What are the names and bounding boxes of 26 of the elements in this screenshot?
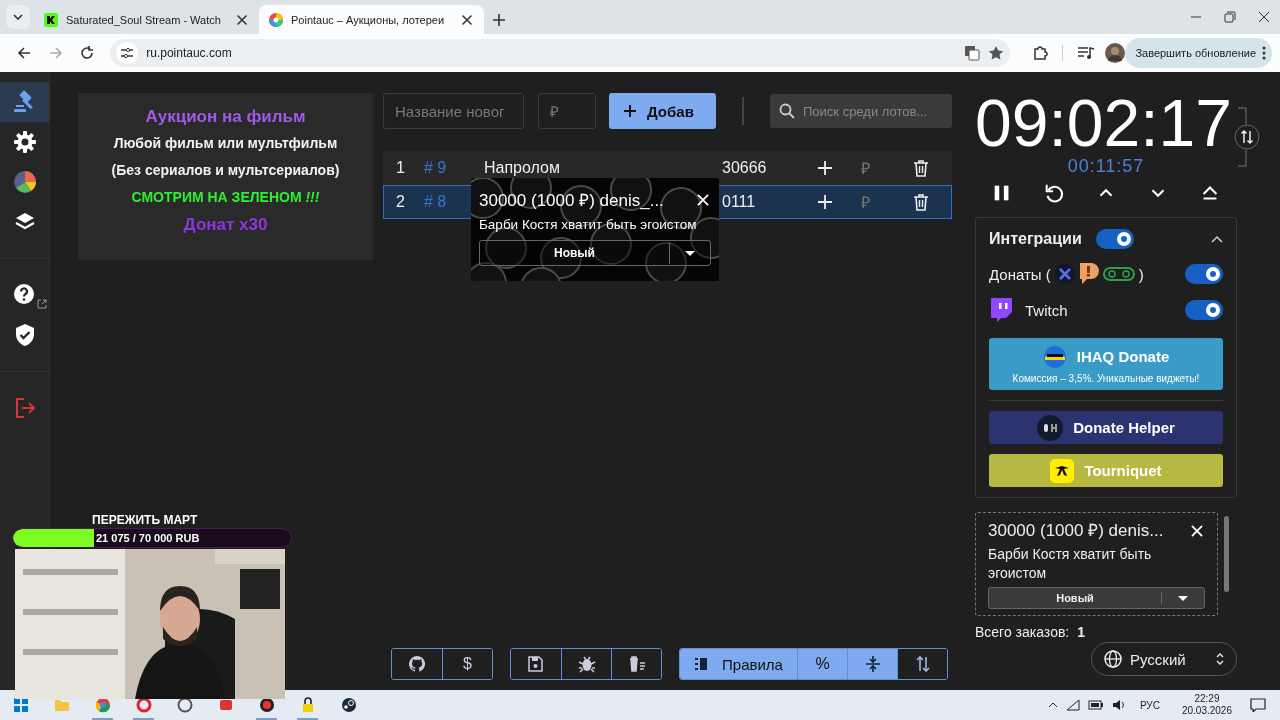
card-title: Аукцион на фильм bbox=[144, 106, 307, 128]
elapsed-time: 00:11:57 bbox=[1066, 156, 1146, 177]
total-count: 1 bbox=[1077, 624, 1086, 640]
lot-id: # 8 bbox=[424, 193, 448, 211]
goal-amount: 21 075 / 70 000 RUB bbox=[95, 531, 201, 546]
rule-text: Любой фильм или мультфильм bbox=[112, 134, 339, 153]
donation-title: 30000 (1000 ₽) denis_... bbox=[479, 190, 664, 211]
timer-display: 09:02:17 bbox=[975, 90, 1232, 156]
integration-name: Twitch bbox=[1025, 301, 1068, 319]
donation-title: 30000 (1000 ₽) denis... bbox=[988, 521, 1164, 541]
section-title: Интеграции bbox=[989, 230, 1082, 248]
lot-amount: 0111 bbox=[722, 193, 757, 211]
row-number: 2 bbox=[396, 193, 406, 211]
total-label: Всего заказов: bbox=[975, 624, 1070, 640]
row-number: 1 bbox=[396, 159, 406, 177]
donations-label: Донаты ( bbox=[989, 265, 1051, 283]
donation-message: Барби Костя хватит быть эгоистом bbox=[988, 545, 1153, 583]
rule-text: Донат x30 bbox=[182, 214, 269, 236]
lot-id: # 9 bbox=[424, 159, 448, 177]
lot-name: Напролом bbox=[484, 159, 561, 177]
donations-label: ) bbox=[1138, 265, 1144, 283]
donation-message: Барби Костя хватит быть эгоистом bbox=[479, 217, 698, 232]
goal-title: ПЕРЕЖИТЬ МАРТ bbox=[92, 512, 199, 528]
rule-text: (Без сериалов и мультсериалов) bbox=[110, 161, 341, 180]
rule-text: СМОТРИМ НА ЗЕЛЕНОМ !!! bbox=[130, 188, 321, 207]
lot-amount: 30666 bbox=[722, 159, 768, 177]
